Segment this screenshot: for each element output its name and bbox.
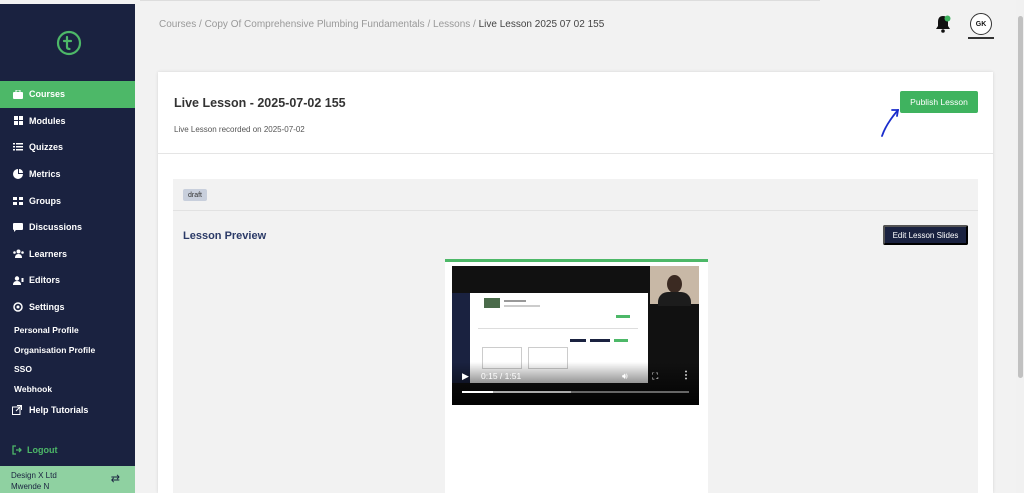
breadcrumb: Courses / Copy Of Comprehensive Plumbing… — [159, 19, 604, 30]
pie-chart-icon — [12, 169, 24, 180]
sidebar: Courses Modules Quizzes Metrics Groups D… — [0, 4, 135, 493]
bell-icon[interactable] — [935, 15, 951, 33]
sidebar-subitem-webhook[interactable]: Webhook — [0, 379, 135, 399]
sidebar-item-label: Settings — [29, 302, 65, 313]
sidebar-item-discussions[interactable]: Discussions — [0, 214, 135, 241]
chat-icon — [12, 222, 24, 232]
sidebar-item-label: Modules — [29, 115, 66, 126]
sidebar-subitem-sso[interactable]: SSO — [0, 359, 135, 379]
group-grid-icon — [12, 196, 24, 206]
sidebar-item-label: Editors — [29, 275, 61, 286]
edit-lesson-slides-button[interactable]: Edit Lesson Slides — [883, 225, 968, 245]
sidebar-item-label: Learners — [29, 248, 68, 259]
swap-icon[interactable]: ⇄ — [111, 474, 120, 485]
sidebar-item-label: Discussions — [29, 222, 83, 233]
video-progress-fill — [462, 391, 493, 393]
logout-icon — [12, 445, 22, 455]
gear-icon — [12, 302, 24, 312]
top-edge — [140, 0, 820, 1]
sidebar-nav: Courses Modules Quizzes Metrics Groups D… — [0, 81, 135, 422]
sidebar-item-label: Metrics — [29, 169, 61, 180]
sidebar-item-courses[interactable]: Courses — [0, 81, 135, 108]
publish-lesson-button[interactable]: Publish Lesson — [900, 91, 978, 113]
breadcrumb-current: Live Lesson 2025 07 02 155 — [478, 19, 605, 30]
sidebar-item-learners[interactable]: Learners — [0, 241, 135, 268]
avatar-underline — [968, 37, 994, 39]
user-edit-icon — [12, 275, 24, 285]
logout-button[interactable]: Logout — [12, 445, 58, 455]
avatar[interactable]: GK — [970, 13, 992, 35]
lesson-subtitle: Live Lesson recorded on 2025-07-02 — [174, 125, 305, 134]
breadcrumb-trail[interactable]: Courses / Copy Of Comprehensive Plumbing… — [159, 19, 479, 30]
sidebar-item-settings[interactable]: Settings — [0, 294, 135, 321]
status-badge: draft — [183, 189, 208, 201]
org-switcher[interactable]: Design X Ltd Mwende N ⇄ — [0, 466, 135, 493]
video-time: 0:15 / 1:51 — [481, 371, 522, 381]
external-link-icon — [12, 405, 24, 416]
users-icon — [12, 249, 24, 259]
page-title: Live Lesson - 2025-07-02 155 — [174, 96, 346, 110]
divider — [173, 210, 978, 211]
volume-icon[interactable]: 🔊︎ — [622, 371, 628, 382]
section-title: Lesson Preview — [183, 230, 267, 242]
fullscreen-icon[interactable]: ⛶ — [652, 371, 658, 382]
grid-icon — [12, 116, 24, 126]
brand-logo-icon[interactable] — [56, 30, 82, 56]
sidebar-item-groups[interactable]: Groups — [0, 187, 135, 214]
sidebar-item-label: Quizzes — [29, 142, 64, 153]
sidebar-item-label: Groups — [29, 195, 62, 206]
list-icon — [12, 142, 24, 152]
play-icon[interactable]: ▶ — [462, 371, 469, 382]
sidebar-item-modules[interactable]: Modules — [0, 108, 135, 135]
logout-label: Logout — [27, 445, 58, 455]
sidebar-subitem-personal-profile[interactable]: Personal Profile — [0, 320, 135, 340]
video-player[interactable] — [452, 266, 699, 405]
more-options-icon[interactable]: ⋮ — [681, 370, 691, 381]
video-progress-bar[interactable] — [462, 391, 689, 393]
sidebar-item-editors[interactable]: Editors — [0, 267, 135, 294]
sidebar-item-label: Courses — [29, 89, 66, 100]
sidebar-item-label: Help Tutorials — [29, 405, 89, 416]
divider — [158, 153, 993, 154]
sidebar-item-metrics[interactable]: Metrics — [0, 161, 135, 188]
sidebar-item-quizzes[interactable]: Quizzes — [0, 134, 135, 161]
sidebar-subitem-organisation-profile[interactable]: Organisation Profile — [0, 340, 135, 360]
annotation-arrow-icon — [881, 109, 900, 137]
webcam-overlay — [650, 266, 699, 306]
scrollbar-thumb[interactable] — [1018, 16, 1023, 378]
sidebar-item-help-tutorials[interactable]: Help Tutorials — [0, 398, 135, 422]
briefcase-icon — [12, 89, 24, 99]
